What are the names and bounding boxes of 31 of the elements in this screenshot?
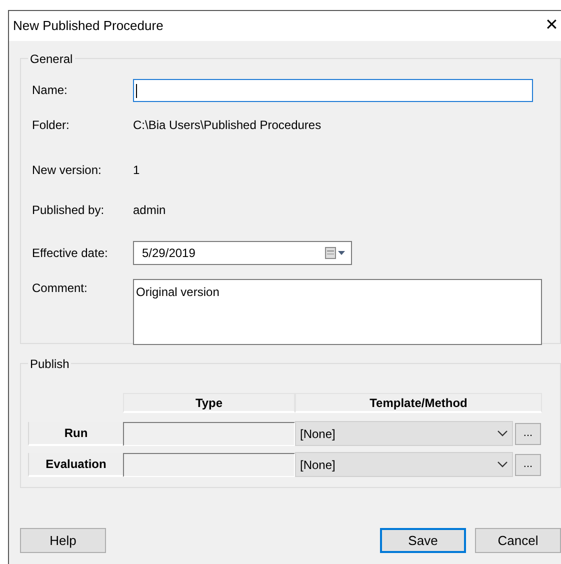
template-dropdown[interactable]: [None] <box>295 452 513 477</box>
column-header: Type <box>123 393 295 413</box>
window-title: New Published Procedure <box>13 17 164 36</box>
field-value: 1 <box>133 162 140 179</box>
type-field[interactable] <box>123 452 295 476</box>
calendar-dropdown-icon[interactable] <box>325 247 347 259</box>
dialog-button[interactable]: Save <box>380 528 466 553</box>
name-field[interactable] <box>133 79 533 102</box>
close-button[interactable]: ✕ <box>541 18 561 34</box>
dialog-button[interactable]: Cancel <box>475 528 561 553</box>
dialog-button[interactable]: Help <box>20 528 106 553</box>
row-header: Evaluation <box>28 452 123 476</box>
template-dropdown[interactable]: [None] <box>295 421 513 446</box>
chevron-down-icon <box>497 430 508 437</box>
comment-field[interactable]: Original version <box>133 279 542 345</box>
field-label: Published by: <box>31 202 106 219</box>
column-header: Template/Method <box>295 393 542 413</box>
type-field[interactable] <box>123 422 295 446</box>
browse-button[interactable]: ... <box>515 454 541 476</box>
browse-button[interactable]: ... <box>515 422 541 444</box>
field-label: Comment: <box>31 280 88 297</box>
row-header: Run <box>28 422 123 446</box>
field-label: Name: <box>31 82 68 99</box>
date-picker[interactable]: 5/29/2019 <box>133 241 352 265</box>
field-value: C:\Bia Users\Published Procedures <box>133 117 322 134</box>
text-caret <box>136 84 137 98</box>
field-value: admin <box>133 202 166 219</box>
chevron-down-icon <box>497 461 508 468</box>
field-label: Folder: <box>31 117 70 134</box>
field-label: New version: <box>31 162 102 179</box>
field-label: Effective date: <box>31 245 109 262</box>
